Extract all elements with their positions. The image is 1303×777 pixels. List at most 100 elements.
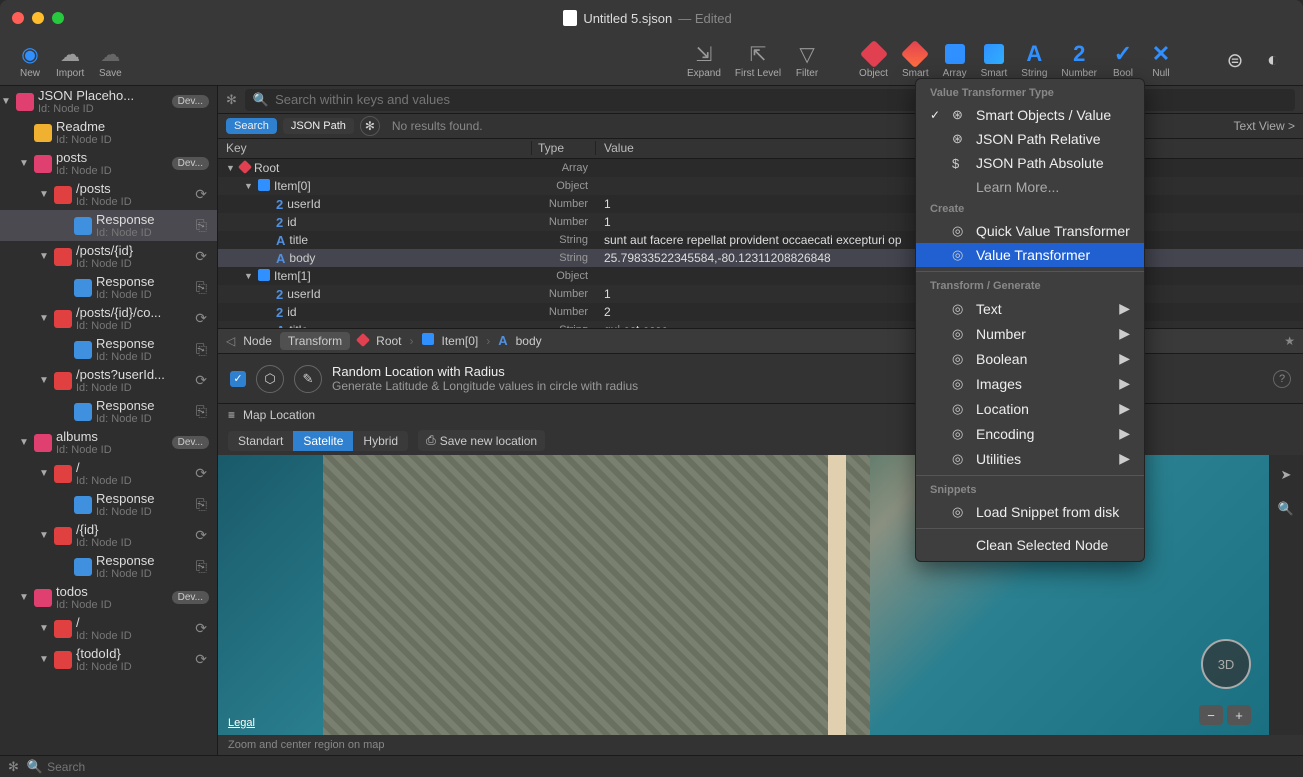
first-level-button[interactable]: ⇱ First Level bbox=[735, 42, 781, 79]
disclosure-icon[interactable]: ▼ bbox=[38, 375, 50, 386]
minimize-window-button[interactable] bbox=[32, 12, 44, 24]
save-button[interactable]: ☁ Save bbox=[98, 42, 122, 79]
filter-settings-icon[interactable]: ✻ bbox=[360, 116, 380, 136]
search-settings-icon[interactable]: ✻ bbox=[226, 92, 237, 108]
disclosure-icon[interactable]: ▼ bbox=[38, 189, 50, 200]
refresh-icon[interactable]: ⟳ bbox=[195, 310, 207, 327]
dd-location[interactable]: ◎Location▶ bbox=[916, 396, 1144, 421]
link-icon[interactable]: ⎘ bbox=[196, 341, 207, 358]
dd-smart-objects[interactable]: ✓⊛Smart Objects / Value bbox=[916, 103, 1144, 127]
map-tab-satellite[interactable]: Satelite bbox=[293, 431, 353, 451]
disclosure-icon[interactable]: ▼ bbox=[38, 468, 50, 479]
refresh-icon[interactable]: ⟳ bbox=[195, 248, 207, 265]
type-string-button[interactable]: A String bbox=[1021, 42, 1047, 79]
sidebar-item[interactable]: ResponseId: Node ID⎘ bbox=[0, 334, 217, 365]
type-object-button[interactable]: Object bbox=[859, 42, 888, 79]
map-legal-link[interactable]: Legal bbox=[228, 717, 255, 729]
zoom-in-button[interactable]: + bbox=[1227, 705, 1251, 725]
sidebar-item[interactable]: ResponseId: Node ID⎘ bbox=[0, 551, 217, 582]
sidebar-item[interactable]: ▼JSON Placeho...Id: Node IDDev... bbox=[0, 86, 217, 117]
sidebar-item[interactable]: ▼albumsId: Node IDDev... bbox=[0, 427, 217, 458]
dd-learn-more[interactable]: Learn More... bbox=[916, 175, 1144, 199]
dd-json-relative[interactable]: ⊛JSON Path Relative bbox=[916, 127, 1144, 151]
refresh-icon[interactable]: ⟳ bbox=[195, 372, 207, 389]
refresh-icon[interactable]: ⟳ bbox=[195, 465, 207, 482]
bc-item0[interactable]: Item[0] bbox=[442, 334, 479, 348]
refresh-icon[interactable]: ⟳ bbox=[195, 651, 207, 668]
dd-quick-vt[interactable]: ◎Quick Value Transformer bbox=[916, 219, 1144, 243]
save-location-button[interactable]: ⎙ Save new location bbox=[418, 430, 545, 451]
preview-button[interactable]: ◐ bbox=[1261, 49, 1285, 73]
disclosure-icon[interactable]: ▼ bbox=[226, 163, 236, 173]
import-button[interactable]: ☁ Import bbox=[56, 42, 84, 79]
sidebar-item[interactable]: ▼/Id: Node ID⟳ bbox=[0, 613, 217, 644]
sidebar-item[interactable]: ▼postsId: Node IDDev... bbox=[0, 148, 217, 179]
type-smart-array-button[interactable]: Smart bbox=[981, 42, 1008, 79]
disclosure-icon[interactable]: ▼ bbox=[38, 654, 50, 665]
dd-text[interactable]: ◎Text▶ bbox=[916, 296, 1144, 321]
expand-button[interactable]: ⇲ Expand bbox=[687, 42, 721, 79]
zoom-window-button[interactable] bbox=[52, 12, 64, 24]
bc-node[interactable]: Node bbox=[243, 334, 272, 348]
bc-transform[interactable]: Transform bbox=[280, 332, 350, 350]
zoom-out-button[interactable]: − bbox=[1199, 705, 1223, 725]
disclosure-icon[interactable]: ▼ bbox=[38, 623, 50, 634]
search-mode-chip[interactable]: Search bbox=[226, 118, 277, 134]
link-icon[interactable]: ⎘ bbox=[196, 496, 207, 513]
bc-body[interactable]: body bbox=[516, 334, 542, 348]
new-button[interactable]: ◉ New bbox=[18, 42, 42, 79]
transform-enabled-checkbox[interactable]: ✓ bbox=[230, 371, 246, 387]
disclosure-icon[interactable]: ▼ bbox=[18, 437, 30, 448]
sidebar-item[interactable]: ▼/postsId: Node ID⟳ bbox=[0, 179, 217, 210]
map-tab-hybrid[interactable]: Hybrid bbox=[353, 431, 408, 451]
disclosure-icon[interactable]: ▼ bbox=[18, 158, 30, 169]
link-icon[interactable]: ⎘ bbox=[196, 558, 207, 575]
dd-value-transformer[interactable]: ◎Value Transformer bbox=[916, 243, 1144, 267]
jsonpath-mode-chip[interactable]: JSON Path bbox=[283, 118, 354, 134]
footer-search-input[interactable] bbox=[47, 760, 1295, 774]
type-null-button[interactable]: ✕ Null bbox=[1149, 42, 1173, 79]
sidebar-item[interactable]: ▼/Id: Node ID⟳ bbox=[0, 458, 217, 489]
footer-settings-icon[interactable]: ✻ bbox=[8, 759, 19, 775]
dd-load-snippet[interactable]: ◎Load Snippet from disk bbox=[916, 500, 1144, 524]
link-icon[interactable]: ⎘ bbox=[196, 279, 207, 296]
locate-icon[interactable]: ➤ bbox=[1281, 467, 1292, 483]
sidebar-item[interactable]: ResponseId: Node ID⎘ bbox=[0, 489, 217, 520]
dd-json-absolute[interactable]: $JSON Path Absolute bbox=[916, 151, 1144, 175]
disclosure-icon[interactable]: ▼ bbox=[38, 530, 50, 541]
sidebar-item[interactable]: ▼/{id}Id: Node ID⟳ bbox=[0, 520, 217, 551]
dd-encoding[interactable]: ◎Encoding▶ bbox=[916, 421, 1144, 446]
sidebar-item[interactable]: ResponseId: Node ID⎘ bbox=[0, 210, 217, 241]
search-map-icon[interactable]: 🔍 bbox=[1278, 501, 1294, 517]
close-window-button[interactable] bbox=[12, 12, 24, 24]
col-type[interactable]: Type bbox=[532, 141, 596, 155]
dd-number[interactable]: ◎Number▶ bbox=[916, 321, 1144, 346]
sidebar-item[interactable]: ResponseId: Node ID⎘ bbox=[0, 272, 217, 303]
sidebar-item[interactable]: ResponseId: Node ID⎘ bbox=[0, 396, 217, 427]
disclosure-icon[interactable]: ▼ bbox=[38, 313, 50, 324]
dd-utilities[interactable]: ◎Utilities▶ bbox=[916, 446, 1144, 471]
sidebar-item[interactable]: ▼{todoId}Id: Node ID⟳ bbox=[0, 644, 217, 675]
bc-root[interactable]: Root bbox=[376, 334, 401, 348]
dd-clean-node[interactable]: Clean Selected Node bbox=[916, 533, 1144, 557]
help-icon[interactable]: ? bbox=[1273, 370, 1291, 388]
sidebar-item[interactable]: ▼todosId: Node IDDev... bbox=[0, 582, 217, 613]
disclosure-icon[interactable]: ▼ bbox=[0, 96, 12, 107]
filter-button[interactable]: ▽ Filter bbox=[795, 42, 819, 79]
type-smart-object-button[interactable]: Smart bbox=[902, 42, 929, 79]
sidebar-item[interactable]: ▼/posts/{id}/co...Id: Node ID⟳ bbox=[0, 303, 217, 334]
col-key[interactable]: Key bbox=[218, 141, 532, 155]
back-button[interactable]: ◁ bbox=[226, 334, 235, 348]
link-icon[interactable]: ⎘ bbox=[196, 403, 207, 420]
type-number-button[interactable]: 2 Number bbox=[1061, 42, 1097, 79]
refresh-icon[interactable]: ⟳ bbox=[195, 527, 207, 544]
refresh-icon[interactable]: ⟳ bbox=[195, 620, 207, 637]
disclosure-icon[interactable]: ▼ bbox=[38, 251, 50, 262]
transformer-menu-button[interactable]: ⊜ bbox=[1223, 49, 1247, 73]
disclosure-icon[interactable]: ▼ bbox=[244, 181, 254, 191]
transform-edit-icon[interactable]: ✎ bbox=[294, 365, 322, 393]
map-tab-standard[interactable]: Standart bbox=[228, 431, 293, 451]
text-view-button[interactable]: Text View > bbox=[1234, 119, 1295, 133]
map-compass[interactable]: 3D bbox=[1201, 639, 1251, 689]
disclosure-icon[interactable]: ▼ bbox=[244, 271, 254, 281]
